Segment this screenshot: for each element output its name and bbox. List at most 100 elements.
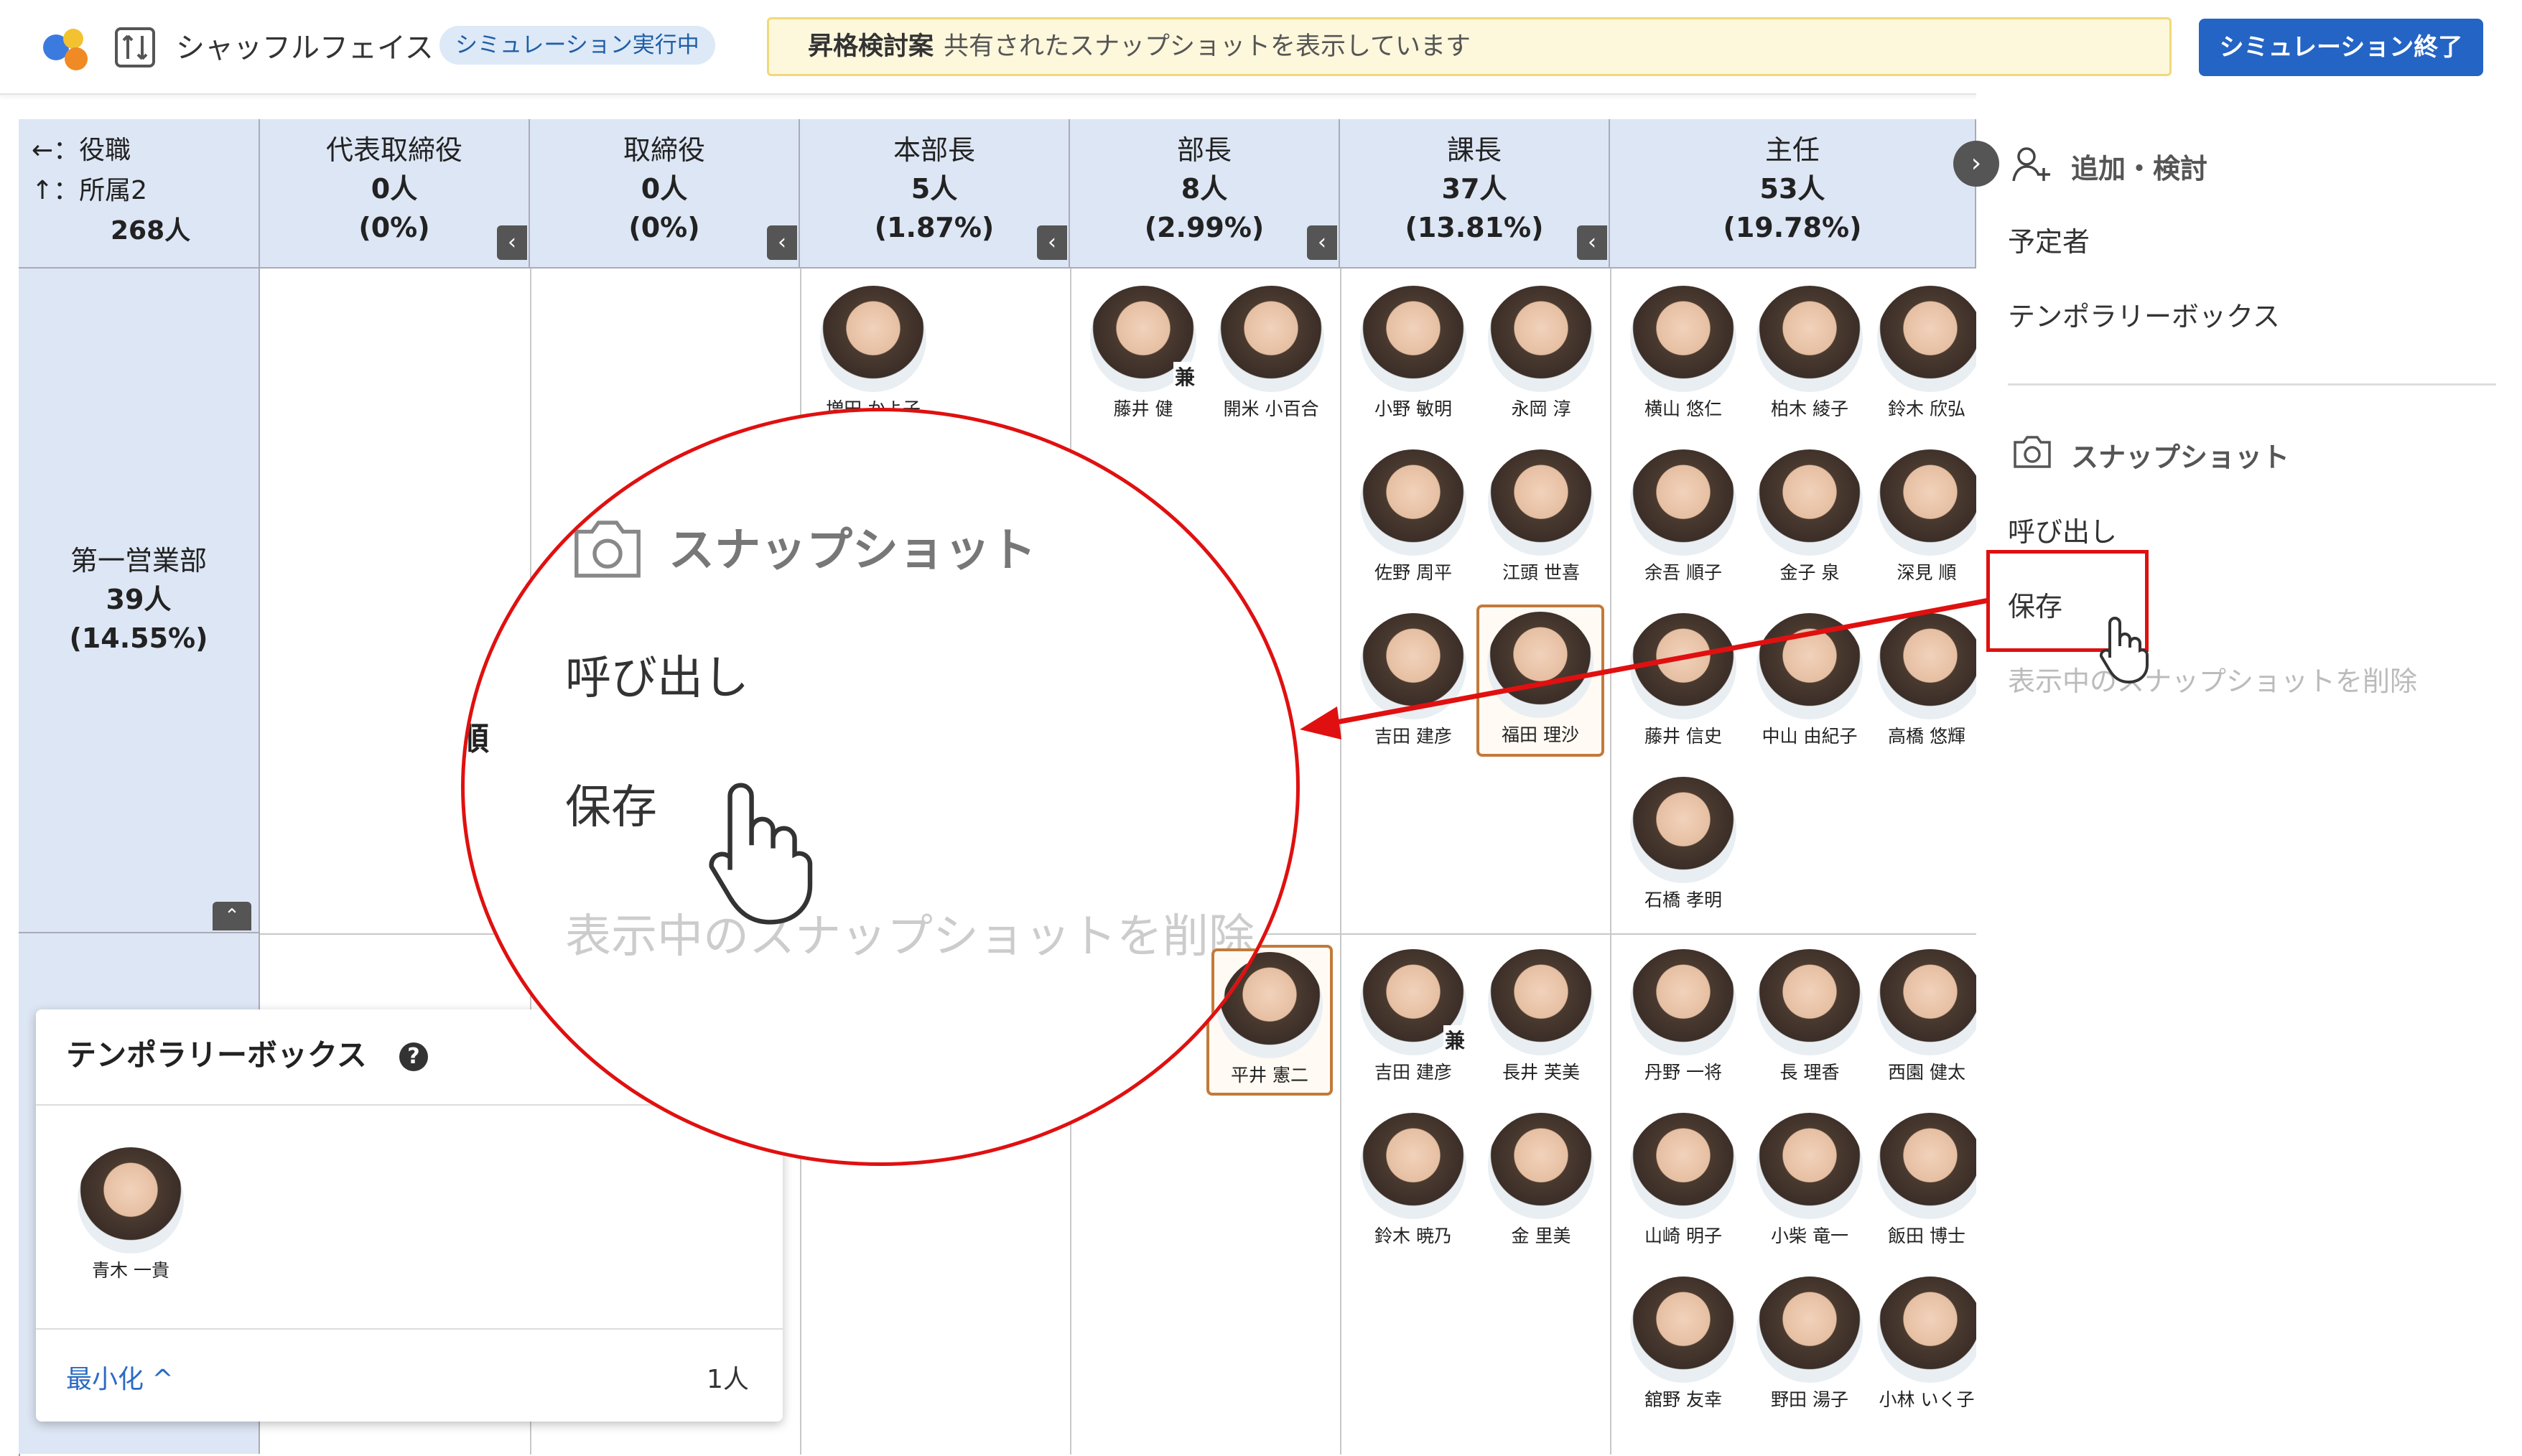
- collapse-column-icon[interactable]: ‹: [1307, 225, 1337, 260]
- person-card[interactable]: 兼藤井 健: [1086, 281, 1201, 435]
- minimize-button[interactable]: 最小化 ^: [66, 1358, 174, 1396]
- zoom-callout-circle: 順 子 スナップショット 呼び出し 保存 表示中のスナップショットを削除 平井 …: [461, 408, 1300, 1166]
- collapse-column-icon[interactable]: ‹: [497, 225, 527, 260]
- column-percent: (2.99%): [1144, 212, 1265, 243]
- recall-snapshot-link[interactable]: 呼び出し: [2008, 510, 2117, 549]
- candidates-link[interactable]: 予定者: [2008, 220, 2090, 259]
- avatar: [1877, 1113, 1976, 1219]
- person-card[interactable]: 飯田 博士: [1877, 1109, 1976, 1262]
- column-percent: (19.78%): [1723, 212, 1862, 243]
- person-name: 藤井 信史: [1644, 726, 1722, 747]
- avatar: [1877, 613, 1976, 719]
- avatar: [1877, 949, 1976, 1055]
- camera-icon: [574, 521, 641, 578]
- person-card[interactable]: 山崎 明子: [1626, 1109, 1741, 1262]
- app-title: シャッフルフェイス: [176, 32, 434, 65]
- person-card[interactable]: 金 里美: [1484, 1109, 1599, 1262]
- person-card[interactable]: 余吾 順子: [1626, 445, 1741, 599]
- person-card-selected[interactable]: 福田 理沙: [1476, 605, 1604, 757]
- person-card[interactable]: 兼吉田 建彦: [1356, 945, 1471, 1098]
- person-card[interactable]: 横山 悠仁: [1626, 281, 1741, 435]
- snapshot-notice-banner: 昇格検討案 共有されたスナップショットを表示しています: [767, 17, 2172, 76]
- person-name: 余吾 順子: [1644, 562, 1722, 583]
- column-header-general-manager[interactable]: 部長 8人 (2.99%): [1070, 119, 1340, 269]
- person-card[interactable]: 長 理香: [1752, 945, 1867, 1098]
- notice-snapshot-name: 昇格検討案: [808, 32, 934, 61]
- help-icon[interactable]: ?: [399, 1042, 428, 1071]
- person-card[interactable]: 中山 由紀子: [1752, 609, 1867, 762]
- collapse-column-icon[interactable]: ‹: [767, 225, 797, 260]
- hand-cursor-icon: [709, 783, 813, 925]
- person-card[interactable]: 柏木 綾子: [1752, 281, 1867, 435]
- concurrent-badge: 兼: [1443, 1025, 1466, 1054]
- person-card[interactable]: 佐野 周平: [1356, 445, 1471, 599]
- column-header-section-manager[interactable]: 課長 37人 (13.81%): [1340, 119, 1610, 269]
- column-header-representative-director[interactable]: 代表取締役 0人 (0%): [260, 119, 530, 269]
- person-card[interactable]: 江頭 世喜: [1484, 445, 1599, 599]
- person-card[interactable]: 長井 芙美: [1484, 945, 1599, 1098]
- person-card[interactable]: 深見 順: [1877, 445, 1976, 599]
- camera-icon: [2014, 436, 2051, 468]
- person-card[interactable]: 野田 湯子: [1752, 1272, 1867, 1426]
- person-card[interactable]: 石橋 孝明: [1626, 773, 1741, 926]
- person-card[interactable]: 開米 小百合: [1214, 281, 1329, 435]
- person-name: 西園 健太: [1888, 1062, 1965, 1083]
- person-name: 舘野 友幸: [1644, 1389, 1722, 1410]
- delete-snapshot-link-disabled: 表示中のスナップショットを削除: [2008, 666, 2418, 697]
- zoom-recall-text: 呼び出し: [565, 652, 749, 705]
- avatar: [1222, 956, 1296, 1062]
- person-name: 鈴木 暁乃: [1374, 1226, 1452, 1246]
- column-title: 課長: [1446, 134, 1502, 166]
- collapse-column-icon[interactable]: ‹: [1037, 225, 1067, 260]
- person-name: 青木 一貴: [92, 1260, 169, 1281]
- add-review-section-title: 追加・検討: [2071, 153, 2208, 185]
- column-header-director[interactable]: 取締役 0人 (0%): [530, 119, 800, 269]
- person-card[interactable]: 西園 健太: [1877, 945, 1976, 1098]
- person-card[interactable]: 小林 いく子: [1877, 1272, 1976, 1426]
- person-name: 横山 悠仁: [1644, 398, 1722, 419]
- column-title: 代表取締役: [325, 134, 462, 166]
- person-name: 小野 敏明: [1374, 398, 1452, 419]
- person-card[interactable]: 高橋 悠輝: [1877, 609, 1976, 762]
- row-title: 第一営業部: [70, 545, 207, 577]
- person-name: 高橋 悠輝: [1888, 726, 1965, 747]
- temporary-box-title: テンポラリーボックス: [66, 1037, 367, 1073]
- person-card[interactable]: 永岡 淳: [1484, 281, 1599, 435]
- collapse-column-icon[interactable]: ‹: [1577, 225, 1607, 260]
- column-header-division-head[interactable]: 本部長 5人 (1.87%): [800, 119, 1070, 269]
- temporary-box-link[interactable]: テンポラリーボックス: [2008, 294, 2280, 334]
- person-card[interactable]: 金子 泉: [1752, 445, 1867, 599]
- shuffle-icon[interactable]: [115, 27, 155, 67]
- avatar: [1360, 613, 1466, 719]
- axis-x-label: ←：役職: [32, 136, 131, 165]
- collapse-row-icon[interactable]: ⌃: [213, 902, 251, 930]
- avatar: [1488, 286, 1594, 392]
- person-name: 小柴 竜一: [1771, 1226, 1848, 1246]
- add-person-icon: [2012, 147, 2050, 182]
- avatar: [1630, 949, 1736, 1055]
- person-name: 鈴木 欣弘: [1888, 398, 1965, 419]
- end-simulation-button[interactable]: シミュレーション終了: [2199, 19, 2483, 76]
- column-header-chief[interactable]: 主任 53人 (19.78%): [1610, 119, 1976, 269]
- column-title: 部長: [1176, 134, 1232, 166]
- partial-name-text: 順: [465, 713, 489, 759]
- person-card[interactable]: 吉田 建彦: [1356, 609, 1471, 762]
- row-header-first-sales[interactable]: 第一営業部 39人 (14.55%): [19, 269, 260, 933]
- axis-y-label: ↑：所属2: [32, 176, 148, 205]
- person-card[interactable]: 鈴木 欣弘: [1877, 281, 1976, 435]
- person-card[interactable]: 鈴木 暁乃: [1356, 1109, 1471, 1262]
- avatar: [1756, 449, 1863, 556]
- person-card[interactable]: 小柴 竜一: [1752, 1109, 1867, 1262]
- zoom-save-text: 保存: [565, 781, 657, 834]
- avatar: [1630, 286, 1736, 392]
- row-percent: (14.55%): [69, 622, 208, 654]
- person-card[interactable]: 舘野 友幸: [1626, 1272, 1741, 1426]
- notice-text: 共有されたスナップショットを表示しています: [944, 32, 1471, 61]
- app-logo-icon[interactable]: [37, 23, 95, 73]
- avatar: [1360, 449, 1466, 556]
- person-card[interactable]: 青木 一貴: [73, 1143, 188, 1297]
- person-card[interactable]: 丹野 一将: [1626, 945, 1741, 1098]
- person-card[interactable]: 藤井 信史: [1626, 609, 1741, 762]
- person-card[interactable]: 小野 敏明: [1356, 281, 1471, 435]
- panel-toggle-chevron-icon[interactable]: ›: [1953, 141, 1999, 187]
